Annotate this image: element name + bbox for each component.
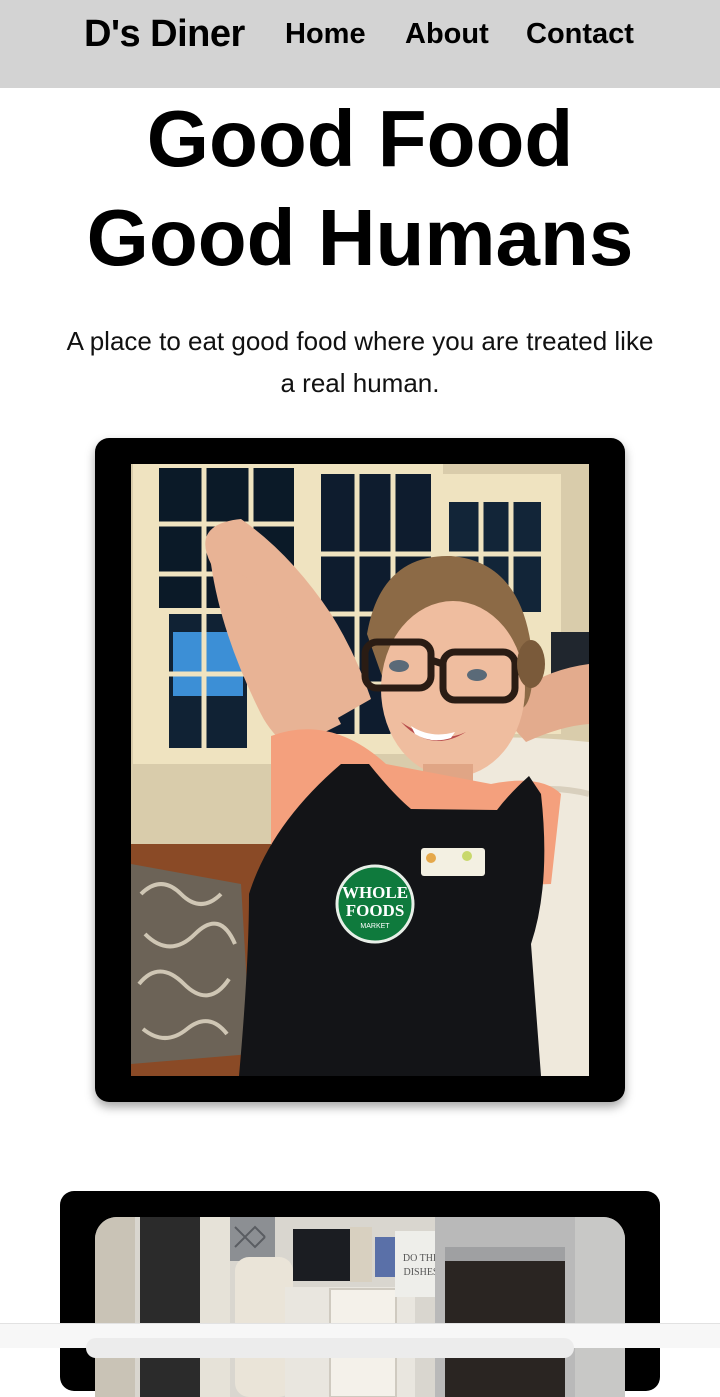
nav-link-home[interactable]: Home xyxy=(285,18,366,51)
hero-heading-line-2: Good Humans xyxy=(86,193,634,282)
browser-address-pill[interactable] xyxy=(86,1338,574,1358)
badge-text-line-3: MARKET xyxy=(360,923,390,930)
badge-text-line-2: FOODS xyxy=(346,901,405,920)
towel-text-line-2: DISHES xyxy=(403,1267,438,1278)
nav-link-about[interactable]: About xyxy=(405,18,489,51)
browser-bottom-bar xyxy=(0,1323,720,1358)
top-navbar: D's Diner Home About Contact xyxy=(0,0,720,88)
nav-link-contact[interactable]: Contact xyxy=(526,18,634,51)
hero-heading-line-1: Good Food xyxy=(146,94,574,183)
photo-frame-1: WHOLE FOODS MARKET xyxy=(95,438,625,1102)
badge-text-line-1: WHOLE xyxy=(342,883,408,902)
towel-text-line-1: DO THE xyxy=(403,1253,439,1264)
photo-frame-2: DO THE DISHES xyxy=(60,1191,660,1397)
kitchen-photo: DO THE DISHES xyxy=(95,1217,625,1397)
girl-apron-photo: WHOLE FOODS MARKET xyxy=(131,464,589,1076)
site-brand[interactable]: D's Diner xyxy=(84,13,245,56)
hero-tagline: A place to eat good food where you are t… xyxy=(66,326,654,398)
